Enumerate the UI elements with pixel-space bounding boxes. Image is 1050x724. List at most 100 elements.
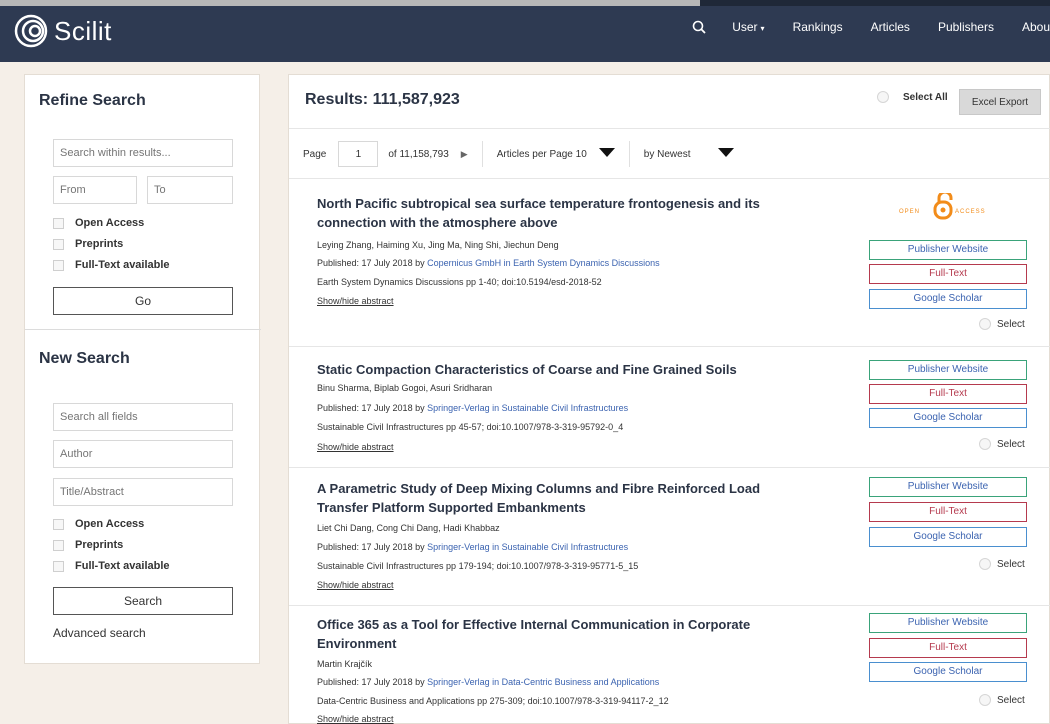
- pagination-bar: Page of 11,158,793 ▶ Articles per Page 1…: [303, 138, 735, 170]
- new-filter-full-text[interactable]: Full-Text available: [53, 560, 170, 572]
- checkbox[interactable]: [53, 238, 64, 250]
- select-radio[interactable]: [979, 694, 991, 706]
- checkbox[interactable]: [53, 217, 64, 229]
- result-citation: Sustainable Civil Infrastructures pp 179…: [317, 561, 639, 571]
- filter-open-access[interactable]: Open Access: [53, 217, 144, 229]
- nav-publishers[interactable]: Publishers: [938, 20, 994, 34]
- title-abstract-input[interactable]: [53, 478, 233, 506]
- nav-user[interactable]: User ▾: [732, 20, 764, 34]
- app-name: Scilit: [54, 15, 112, 46]
- publisher-link[interactable]: Springer-Verlag in Sustainable Civil Inf…: [427, 403, 628, 413]
- result-select[interactable]: Select: [979, 694, 1025, 706]
- scilit-logo-icon: [14, 14, 48, 48]
- author-input[interactable]: [53, 440, 233, 468]
- show-hide-abstract[interactable]: Show/hide abstract: [317, 442, 394, 452]
- separator: [628, 141, 630, 167]
- full-text-button[interactable]: Full-Text: [869, 384, 1027, 404]
- result-select[interactable]: Select: [979, 318, 1025, 330]
- select-label: Select: [997, 558, 1025, 570]
- select-radio[interactable]: [979, 558, 991, 570]
- search-all-fields-input[interactable]: [53, 403, 233, 431]
- result-authors: Binu Sharma, Biplab Gogoi, Asuri Sridhar…: [317, 383, 493, 393]
- divider: [289, 467, 1050, 468]
- google-scholar-button[interactable]: Google Scholar: [869, 408, 1027, 428]
- result-published: Published: 17 July 2018 by Springer-Verl…: [317, 542, 628, 552]
- published-text: Published: 17 July 2018 by: [317, 403, 428, 413]
- published-text: Published: 17 July 2018 by: [317, 258, 428, 268]
- go-button[interactable]: Go: [53, 287, 233, 315]
- google-scholar-button[interactable]: Google Scholar: [869, 289, 1027, 309]
- checkbox[interactable]: [53, 560, 64, 572]
- per-page-dropdown[interactable]: Articles per Page 10: [497, 148, 615, 160]
- advanced-search-link[interactable]: Advanced search: [53, 626, 146, 640]
- show-hide-abstract[interactable]: Show/hide abstract: [317, 580, 394, 590]
- publisher-link[interactable]: Copernicus GmbH in Earth System Dynamics…: [427, 258, 660, 268]
- nav-articles[interactable]: Articles: [871, 20, 910, 34]
- top-navbar: Scilit User ▾ Rankings Articles Publisher…: [0, 0, 1050, 62]
- select-all-radio[interactable]: [877, 91, 889, 103]
- search-within-input[interactable]: [53, 139, 233, 167]
- google-scholar-button[interactable]: Google Scholar: [869, 662, 1027, 682]
- result-title[interactable]: A Parametric Study of Deep Mixing Column…: [317, 479, 787, 517]
- page-total: of 11,158,793: [388, 148, 449, 160]
- select-radio[interactable]: [979, 318, 991, 330]
- filter-label: Full-Text available: [75, 560, 170, 572]
- sort-label: by Newest: [643, 149, 691, 160]
- new-search-heading: New Search: [39, 350, 130, 367]
- publisher-website-button[interactable]: Publisher Website: [869, 477, 1027, 497]
- checkbox[interactable]: [53, 518, 64, 530]
- browser-strip: [0, 0, 700, 6]
- publisher-website-button[interactable]: Publisher Website: [869, 613, 1027, 633]
- show-hide-abstract[interactable]: Show/hide abstract: [317, 296, 394, 306]
- new-filter-open-access[interactable]: Open Access: [53, 518, 144, 530]
- full-text-button[interactable]: Full-Text: [869, 638, 1027, 658]
- filter-full-text[interactable]: Full-Text available: [53, 259, 170, 271]
- result-title[interactable]: North Pacific subtropical sea surface te…: [317, 194, 787, 232]
- search-button[interactable]: Search: [53, 587, 233, 615]
- result-select[interactable]: Select: [979, 558, 1025, 570]
- publisher-website-button[interactable]: Publisher Website: [869, 240, 1027, 260]
- result-select[interactable]: Select: [979, 438, 1025, 450]
- year-from-input[interactable]: [53, 176, 137, 204]
- result-published: Published: 17 July 2018 by Springer-Verl…: [317, 677, 659, 687]
- checkbox[interactable]: [53, 539, 64, 551]
- results-panel: Results: 111,587,923 Select All Excel Ex…: [288, 74, 1050, 724]
- scilit-logo[interactable]: Scilit: [14, 14, 112, 48]
- caret-down-icon: [718, 148, 735, 157]
- sort-dropdown[interactable]: by Newest: [644, 148, 735, 160]
- publisher-link[interactable]: Springer-Verlag in Data-Centric Business…: [427, 677, 659, 687]
- nav-about[interactable]: Abou: [1022, 20, 1050, 34]
- filter-preprints[interactable]: Preprints: [53, 238, 123, 250]
- select-label: Select: [997, 438, 1025, 450]
- excel-export-button[interactable]: Excel Export: [959, 89, 1041, 115]
- full-text-button[interactable]: Full-Text: [869, 264, 1027, 284]
- result-title[interactable]: Static Compaction Characteristics of Coa…: [317, 360, 787, 379]
- divider: [289, 128, 1050, 129]
- search-icon[interactable]: [692, 20, 706, 34]
- filter-label: Open Access: [75, 217, 145, 229]
- oa-text-left: OPEN: [899, 209, 920, 215]
- show-hide-abstract[interactable]: Show/hide abstract: [317, 714, 394, 724]
- select-all[interactable]: Select All: [877, 91, 948, 103]
- filter-label: Open Access: [75, 518, 145, 530]
- select-label: Select: [997, 318, 1025, 330]
- per-page-label: Articles per Page 10: [496, 149, 587, 160]
- select-radio[interactable]: [979, 438, 991, 450]
- publisher-link[interactable]: Springer-Verlag in Sustainable Civil Inf…: [427, 542, 628, 552]
- result-citation: Earth System Dynamics Discussions pp 1-4…: [317, 277, 602, 287]
- next-page-icon[interactable]: ▶: [461, 149, 468, 160]
- publisher-website-button[interactable]: Publisher Website: [869, 360, 1027, 380]
- full-text-button[interactable]: Full-Text: [869, 502, 1027, 522]
- divider: [289, 346, 1050, 347]
- page-number-input[interactable]: [338, 141, 379, 167]
- new-filter-preprints[interactable]: Preprints: [53, 539, 123, 551]
- browser-strip-dark: [700, 0, 1050, 6]
- result-authors: Leying Zhang, Haiming Xu, Jing Ma, Ning …: [317, 240, 559, 250]
- main-nav: User ▾ Rankings Articles Publishers Abou: [692, 20, 1050, 34]
- nav-rankings[interactable]: Rankings: [793, 20, 843, 34]
- result-title[interactable]: Office 365 as a Tool for Effective Inter…: [317, 615, 787, 653]
- year-to-input[interactable]: [147, 176, 233, 204]
- checkbox[interactable]: [53, 259, 64, 271]
- refine-search-heading: Refine Search: [39, 92, 146, 109]
- google-scholar-button[interactable]: Google Scholar: [869, 527, 1027, 547]
